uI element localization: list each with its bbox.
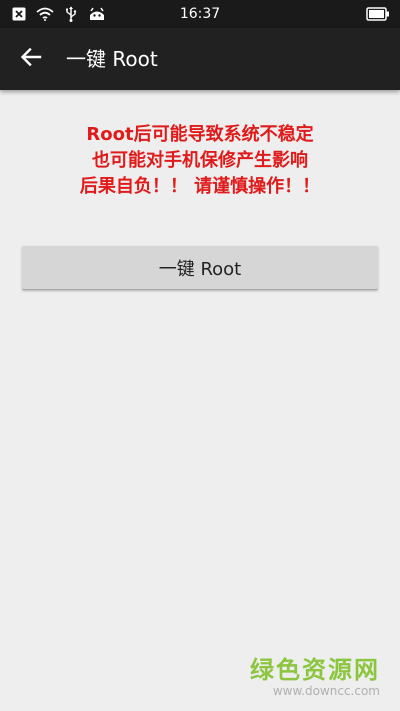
battery-icon bbox=[366, 6, 390, 22]
status-bar: 16:37 bbox=[0, 0, 400, 28]
warning-message: Root后可能导致系统不稳定 也可能对手机保修产生影响 后果自负！！ 请谨慎操作… bbox=[0, 122, 400, 200]
back-button[interactable] bbox=[12, 40, 50, 78]
watermark-name: 绿色资源网 bbox=[250, 656, 380, 684]
warning-line-3: 后果自负！！ 请谨慎操作！！ bbox=[79, 176, 321, 197]
status-time: 16:37 bbox=[179, 6, 221, 22]
page-title: 一键 Root bbox=[66, 47, 158, 71]
arrow-left-icon bbox=[20, 46, 42, 72]
one-click-root-button[interactable]: 一键 Root bbox=[22, 246, 378, 290]
watermark: 绿色资源网 www.downcc.com bbox=[250, 656, 380, 698]
watermark-url: www.downcc.com bbox=[272, 684, 380, 698]
warning-line-1: Root后可能导致系统不稳定 bbox=[86, 124, 314, 145]
app-bar: 一键 Root bbox=[0, 28, 400, 90]
warning-line-2: 也可能对手机保修产生影响 bbox=[92, 150, 308, 171]
